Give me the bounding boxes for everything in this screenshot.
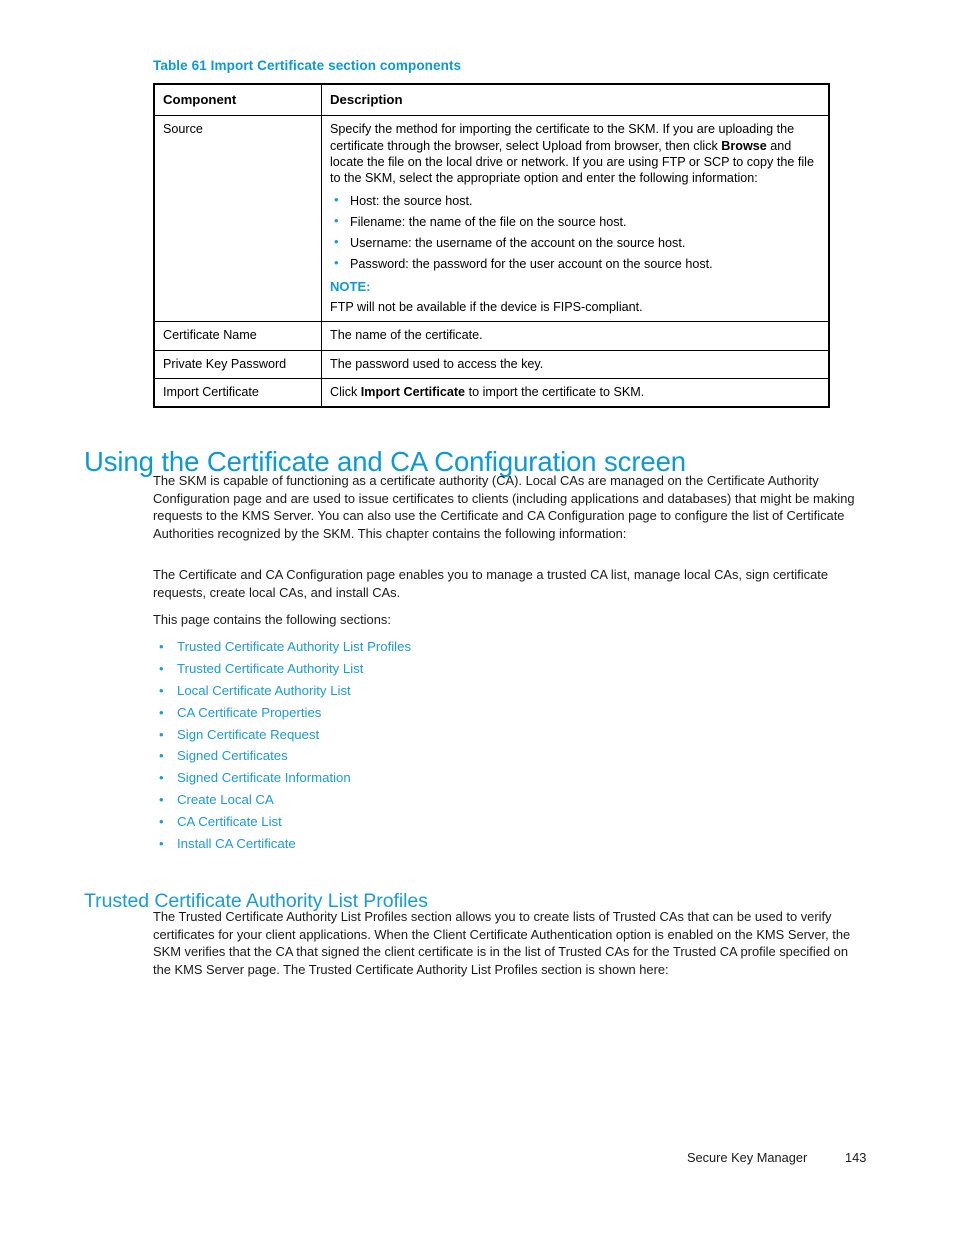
source-description-paragraph: Specify the method for importing the cer… xyxy=(330,121,820,186)
footer-title: Secure Key Manager xyxy=(687,1150,808,1165)
overview-paragraph-block: The Certificate and CA Configuration pag… xyxy=(153,566,861,601)
link-local-certificate-authority-list[interactable]: Local Certificate Authority List xyxy=(177,683,351,698)
cell-component-import-certificate: Import Certificate xyxy=(153,378,322,408)
list-item: Trusted Certificate Authority List xyxy=(153,658,411,680)
list-item: Local Certificate Authority List xyxy=(153,680,411,702)
list-item: Password: the password for the user acco… xyxy=(330,255,820,272)
intro-paragraph-block: The SKM is capable of functioning as a c… xyxy=(153,472,861,542)
link-ca-certificate-properties[interactable]: CA Certificate Properties xyxy=(177,705,321,720)
list-item: Install CA Certificate xyxy=(153,833,411,855)
footer-page-number: 143 xyxy=(845,1150,867,1165)
paragraph-sections-lead-in: This page contains the following section… xyxy=(153,612,391,627)
paragraph-intro: The SKM is capable of functioning as a c… xyxy=(153,473,855,541)
table-header-row: Component Description xyxy=(153,83,830,117)
import-certificate-components-table: Component Description Source Specify the… xyxy=(153,83,830,409)
link-create-local-ca[interactable]: Create Local CA xyxy=(177,792,274,807)
link-install-ca-certificate[interactable]: Install CA Certificate xyxy=(177,836,296,851)
document-page: Table 61 Import Certificate section comp… xyxy=(0,0,954,1235)
import-desc-pre: Click xyxy=(330,385,361,399)
paragraph-trusted-ca-profiles: The Trusted Certificate Authority List P… xyxy=(153,909,851,977)
link-ca-certificate-list[interactable]: CA Certificate List xyxy=(177,814,282,829)
column-header-component: Component xyxy=(153,83,322,117)
list-item: Username: the username of the account on… xyxy=(330,234,820,251)
link-signed-certificates[interactable]: Signed Certificates xyxy=(177,748,288,763)
list-item: Trusted Certificate Authority List Profi… xyxy=(153,636,411,658)
column-header-description: Description xyxy=(321,83,830,117)
link-signed-certificate-information[interactable]: Signed Certificate Information xyxy=(177,770,351,785)
list-item: Signed Certificates xyxy=(153,745,411,767)
cell-component-private-key-password: Private Key Password xyxy=(153,349,322,380)
list-item: CA Certificate Properties xyxy=(153,702,411,724)
section-links-list: Trusted Certificate Authority List Profi… xyxy=(153,636,411,855)
cell-component-source: Source xyxy=(153,115,322,323)
link-trusted-certificate-authority-list-profiles[interactable]: Trusted Certificate Authority List Profi… xyxy=(177,639,411,654)
table-row: Private Key Password The password used t… xyxy=(153,349,830,380)
list-item: Sign Certificate Request xyxy=(153,724,411,746)
source-desc-bold-browse: Browse xyxy=(721,138,767,153)
list-item: Signed Certificate Information xyxy=(153,767,411,789)
trusted-ca-profiles-paragraph-block: The Trusted Certificate Authority List P… xyxy=(153,908,853,978)
note-text: FTP will not be available if the device … xyxy=(330,299,643,314)
cell-description-import-certificate: Click Import Certificate to import the c… xyxy=(321,378,830,408)
note-label: NOTE: xyxy=(330,279,371,295)
list-item: CA Certificate List xyxy=(153,811,411,833)
source-bullet-list: Host: the source host. Filename: the nam… xyxy=(330,192,820,272)
import-desc-bold: Import Certificate xyxy=(360,385,466,399)
list-item: Host: the source host. xyxy=(330,192,820,209)
cell-description-certificate-name: The name of the certificate. xyxy=(321,321,830,351)
table-row: Import Certificate Click Import Certific… xyxy=(153,378,830,408)
paragraph-overview: The Certificate and CA Configuration pag… xyxy=(153,567,828,600)
cell-description-private-key-password: The password used to access the key. xyxy=(321,349,830,380)
link-sign-certificate-request[interactable]: Sign Certificate Request xyxy=(177,727,319,742)
sections-lead-in-block: This page contains the following section… xyxy=(153,611,861,629)
list-item: Create Local CA xyxy=(153,789,411,811)
table-row: Source Specify the method for importing … xyxy=(153,115,830,323)
link-trusted-certificate-authority-list[interactable]: Trusted Certificate Authority List xyxy=(177,661,363,676)
cell-description-source: Specify the method for importing the cer… xyxy=(321,115,830,323)
import-desc-post: to import the certificate to SKM. xyxy=(465,385,645,399)
list-item: Filename: the name of the file on the so… xyxy=(330,213,820,230)
table-row: Certificate Name The name of the certifi… xyxy=(153,321,830,351)
table-caption: Table 61 Import Certificate section comp… xyxy=(153,58,462,73)
cell-component-certificate-name: Certificate Name xyxy=(153,321,322,351)
